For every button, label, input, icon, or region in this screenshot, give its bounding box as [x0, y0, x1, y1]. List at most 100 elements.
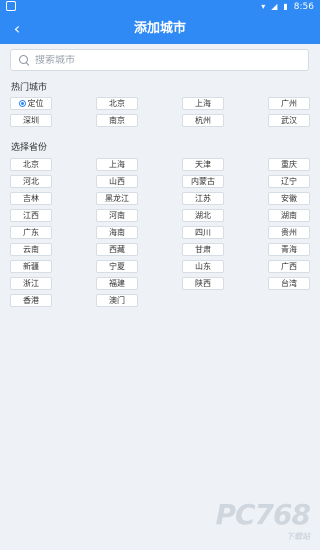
chip-label: 山东: [195, 262, 211, 271]
chip-label: 杭州: [195, 116, 211, 125]
province-chip[interactable]: 黑龙江: [96, 192, 138, 205]
province-chip[interactable]: 陕西: [182, 277, 224, 290]
chip-label: 云南: [23, 245, 39, 254]
clock: 8:56: [293, 2, 314, 12]
chip-label: 福建: [109, 279, 125, 288]
chip-label: 广州: [281, 99, 297, 108]
chip-row: 深圳 南京 杭州 武汉: [10, 114, 310, 127]
chip-label: 江西: [23, 211, 39, 220]
chip-label: 武汉: [281, 116, 297, 125]
search-box[interactable]: [10, 49, 309, 71]
chip-label: 青海: [281, 245, 297, 254]
signal-icon: ◢: [271, 2, 278, 11]
chip-row: 浙江 福建 陕西 台湾: [10, 277, 310, 290]
chip-label: 重庆: [281, 160, 297, 169]
province-chip[interactable]: 广东: [10, 226, 52, 239]
province-chip[interactable]: 新疆: [10, 260, 52, 273]
hot-cities-grid: 定位 北京 上海 广州深圳 南京 杭州 武汉: [10, 97, 310, 131]
chip-label: 河北: [23, 177, 39, 186]
province-chip[interactable]: 宁夏: [96, 260, 138, 273]
notification-icon: [6, 1, 16, 11]
hot-city-chip[interactable]: 上海: [182, 97, 224, 110]
watermark-text: PC768: [215, 498, 311, 531]
chip-label: 陕西: [195, 279, 211, 288]
province-chip[interactable]: 澳门: [96, 294, 138, 307]
location-radio-icon: [18, 100, 26, 107]
chip-label: 天津: [195, 160, 211, 169]
hot-city-chip[interactable]: 武汉: [268, 114, 310, 127]
status-bar: ▾ ◢ ▮ 8:56: [0, 0, 320, 14]
province-grid: 北京 上海 天津 重庆河北 山西 内蒙古 辽宁吉林 黑龙江 江苏 安徽江西 河南 湖北 湖南广东 海南 四川…: [10, 158, 310, 311]
chip-row: 云南 西藏 甘肃 青海: [10, 243, 310, 256]
chip-label: 甘肃: [195, 245, 211, 254]
province-chip[interactable]: 台湾: [268, 277, 310, 290]
province-chip[interactable]: 湖南: [268, 209, 310, 222]
province-chip[interactable]: 甘肃: [182, 243, 224, 256]
chip-label: 上海: [109, 160, 125, 169]
chip-row: 广东 海南 四川 贵州: [10, 226, 310, 239]
province-chip[interactable]: 云南: [10, 243, 52, 256]
province-chip[interactable]: 福建: [96, 277, 138, 290]
hot-city-chip[interactable]: 南京: [96, 114, 138, 127]
province-chip[interactable]: 湖北: [182, 209, 224, 222]
chip-label: 四川: [195, 228, 211, 237]
hot-city-chip[interactable]: 深圳: [10, 114, 52, 127]
province-chip[interactable]: 天津: [182, 158, 224, 171]
province-chip[interactable]: 内蒙古: [182, 175, 224, 188]
chip-row: 香港 澳门: [10, 294, 310, 307]
province-chip[interactable]: 广西: [268, 260, 310, 273]
hot-city-chip[interactable]: 广州: [268, 97, 310, 110]
chip-label: 内蒙古: [191, 177, 215, 186]
search-icon: [18, 54, 30, 66]
province-chip[interactable]: 浙江: [10, 277, 52, 290]
chip-row: 新疆 宁夏 山东 广西: [10, 260, 310, 273]
province-chip[interactable]: 吉林: [10, 192, 52, 205]
hot-city-chip[interactable]: 杭州: [182, 114, 224, 127]
province-chip[interactable]: 贵州: [268, 226, 310, 239]
chip-label: 江苏: [195, 194, 211, 203]
chip-row: 河北 山西 内蒙古 辽宁: [10, 175, 310, 188]
battery-icon: ▮: [283, 2, 288, 11]
province-chip[interactable]: 四川: [182, 226, 224, 239]
search-input[interactable]: [35, 54, 295, 66]
chip-label: 山西: [109, 177, 125, 186]
province-chip[interactable]: 北京: [10, 158, 52, 171]
province-chip[interactable]: 江苏: [182, 192, 224, 205]
chip-label: 北京: [23, 160, 39, 169]
chip-row: 江西 河南 湖北 湖南: [10, 209, 310, 222]
hot-city-chip[interactable]: 北京: [96, 97, 138, 110]
province-chip[interactable]: 西藏: [96, 243, 138, 256]
chip-row: 北京 上海 天津 重庆: [10, 158, 310, 171]
chip-label: 广东: [23, 228, 39, 237]
province-chip[interactable]: 江西: [10, 209, 52, 222]
chip-label: 台湾: [281, 279, 297, 288]
provinces-label: 选择省份: [11, 143, 48, 153]
hot-cities-label: 热门城市: [11, 83, 48, 93]
province-chip[interactable]: 海南: [96, 226, 138, 239]
province-chip[interactable]: 香港: [10, 294, 52, 307]
province-chip[interactable]: 山西: [96, 175, 138, 188]
chip-label: 安徽: [281, 194, 297, 203]
page-title: 添加城市: [133, 21, 186, 36]
province-chip[interactable]: 上海: [96, 158, 138, 171]
chip-label: 辽宁: [281, 177, 297, 186]
chip-label: 宁夏: [109, 262, 125, 271]
province-chip[interactable]: 青海: [268, 243, 310, 256]
chip-label: 贵州: [281, 228, 297, 237]
chip-label: 河南: [109, 211, 125, 220]
province-chip[interactable]: 河北: [10, 175, 52, 188]
chip-label: 新疆: [23, 262, 39, 271]
chip-row: 定位 北京 上海 广州: [10, 97, 310, 110]
chip-label: 南京: [109, 116, 125, 125]
province-chip[interactable]: 山东: [182, 260, 224, 273]
chip-label: 吉林: [23, 194, 39, 203]
province-chip[interactable]: 河南: [96, 209, 138, 222]
locate-chip[interactable]: 定位: [10, 97, 52, 110]
province-chip[interactable]: 安徽: [268, 192, 310, 205]
chip-label: 广西: [281, 262, 297, 271]
chip-label: 黑龙江: [105, 194, 129, 203]
app-bar: ‹ 添加城市: [0, 14, 320, 44]
province-chip[interactable]: 辽宁: [268, 175, 310, 188]
province-chip[interactable]: 重庆: [268, 158, 310, 171]
watermark-subtext: 下载站: [286, 532, 310, 541]
